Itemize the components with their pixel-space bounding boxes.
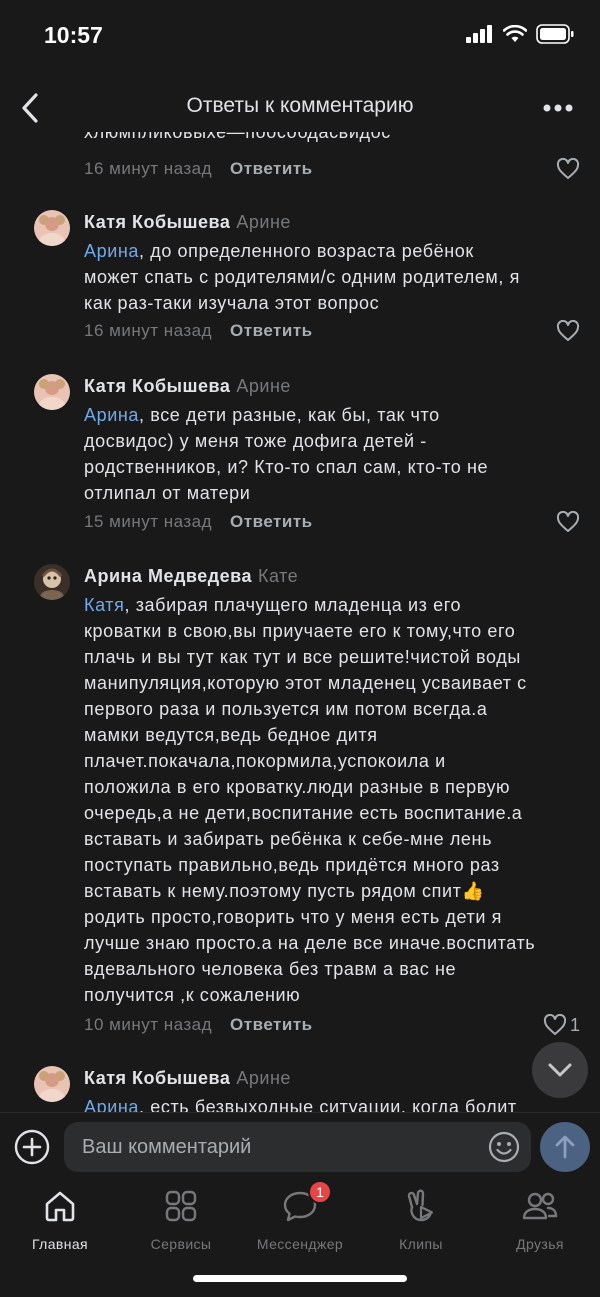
comment-body: , забирая плачущего младенца из его кров… [84,595,536,1005]
mention-link[interactable]: Катя [84,595,125,615]
comment-time: 15 минут назад [84,512,213,531]
attach-button[interactable] [12,1127,52,1167]
comment-time: 10 минут назад [84,1015,213,1034]
author-name[interactable]: Катя Кобышева [84,376,230,396]
mention-link[interactable]: Арина [84,405,139,425]
page-title: Ответы к комментарию [186,94,414,117]
comment-meta: 16 минут назад Ответить [84,316,580,346]
heart-icon [543,1014,567,1035]
author-name[interactable]: Арина Медведева [84,566,252,586]
like-button[interactable] [556,154,580,184]
comment-text: Арина, все дети разные, как бы, так что … [84,402,578,506]
comments-feed[interactable]: хлюмпликовыхе—поособдасвидос 16 минут на… [0,128,600,1113]
home-indicator [193,1275,407,1282]
avatar-image [34,210,70,246]
reply-to: Арине [236,212,291,232]
comment-item: Катя Кобышева Арине Арина, есть безвыходн… [0,1062,600,1113]
comment-text: Арина, до определенного возраста ребёнок… [84,238,578,316]
author-line: Катя Кобышева Арине [84,376,291,397]
comment-body: , есть безвыходные ситуации, когда болит [139,1097,517,1113]
tab-services[interactable]: Сервисы [126,1186,236,1256]
comment-partial: хлюмпликовыхе—поособдасвидос 16 минут на… [0,128,600,198]
author-name[interactable]: Катя Кобышева [84,1068,230,1088]
comment-item: Катя Кобышева Арине Арина, все дети разны… [0,370,600,550]
like-button[interactable] [556,316,580,346]
wifi-icon [503,25,527,42]
reply-button[interactable]: Ответить [230,159,313,179]
services-icon [161,1186,201,1226]
like-button[interactable] [556,507,580,537]
reply-to: Арине [236,376,291,396]
comment-item: Катя Кобышева Арине Арина, до определенно… [0,206,600,366]
status-icons [466,24,574,44]
messenger-icon: 1 [280,1180,332,1226]
author-line: Катя Кобышева Арине [84,212,291,233]
avatar[interactable] [34,1066,70,1102]
comment-composer: Ваш комментарий [0,1112,600,1178]
scroll-down-button[interactable] [532,1042,588,1098]
signal-icon [466,25,492,43]
comment-body: , до определенного возраста ребёнок може… [84,241,520,313]
arrow-up-icon [555,1135,575,1159]
comment-time: 16 минут назад [84,321,213,340]
comment-text: Арина, есть безвыходные ситуации, когда … [84,1094,578,1113]
author-name[interactable]: Катя Кобышева [84,212,230,232]
reply-to: Кате [258,566,299,586]
avatar-image [34,564,70,600]
author-line: Арина Медведева Кате [84,566,298,587]
tab-friends[interactable]: Друзья [485,1186,595,1256]
friends-icon [520,1186,560,1226]
mention-link[interactable]: Арина [84,1097,139,1113]
home-icon [40,1186,80,1226]
avatar[interactable] [34,374,70,410]
avatar[interactable] [34,564,70,600]
tab-label: Сервисы [150,1236,212,1252]
smile-icon [488,1131,520,1163]
emoji-button[interactable] [487,1130,521,1164]
comment-body: , все дети разные, как бы, так что досви… [84,405,489,503]
comment-text: Катя, забирая плачущего младенца из его … [84,592,578,1008]
like-button[interactable]: 1 [543,1010,580,1040]
comment-text-cut: хлюмпликовыхе—поособдасвидос [84,128,391,142]
tab-label: Друзья [516,1236,564,1252]
avatar-image [34,374,70,410]
comment-item: Арина Медведева Кате Катя, забирая плачущ… [0,560,600,1040]
avatar-image [34,1066,70,1102]
tab-clips[interactable]: Клипы [366,1186,476,1256]
comment-time: 16 минут назад [84,159,213,178]
status-time: 10:57 [44,22,103,48]
tab-messenger[interactable]: 1 Мессенджер [245,1180,355,1256]
status-bar: 10:57 [0,0,600,70]
comment-meta: 15 минут назад Ответить [84,507,580,537]
author-line: Катя Кобышева Арине [84,1068,291,1089]
battery-icon [536,24,574,44]
comment-input[interactable]: Ваш комментарий [64,1122,531,1172]
messenger-badge: 1 [308,1180,332,1204]
heart-icon [556,320,580,341]
more-icon [543,104,573,112]
reply-button[interactable]: Ответить [230,512,313,532]
send-button[interactable] [540,1122,590,1172]
chevron-down-icon [548,1063,572,1077]
avatar[interactable] [34,210,70,246]
heart-icon [556,158,580,179]
more-button[interactable] [538,90,578,126]
like-count: 1 [569,1014,580,1035]
clips-icon [401,1186,441,1226]
comment-meta: 10 минут назад Ответить 1 [84,1010,580,1040]
comment-meta: 16 минут назад Ответить [84,154,580,184]
mention-link[interactable]: Арина [84,241,139,261]
tab-home[interactable]: Главная [5,1186,115,1256]
tab-label: Клипы [399,1236,443,1252]
reply-button[interactable]: Ответить [230,1015,313,1035]
tab-label: Главная [31,1236,89,1252]
reply-button[interactable]: Ответить [230,321,313,341]
comment-input-placeholder: Ваш комментарий [82,1136,252,1158]
heart-icon [556,511,580,532]
plus-circle-icon [14,1129,50,1165]
tab-label: Мессенджер [256,1236,344,1252]
reply-to: Арине [236,1068,291,1088]
